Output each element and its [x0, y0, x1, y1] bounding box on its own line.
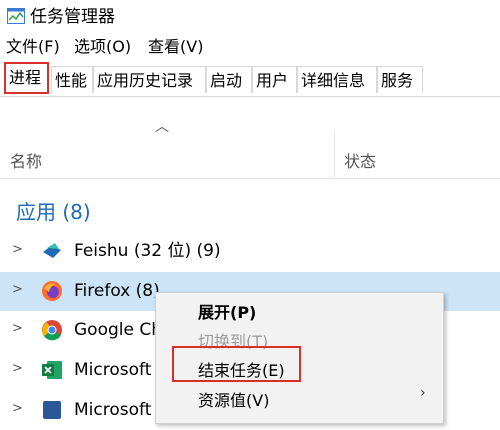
- firefox-icon: [42, 281, 62, 301]
- chevron-right-icon[interactable]: >: [12, 401, 23, 416]
- menu-file[interactable]: 文件(F): [6, 36, 60, 58]
- menu-item-expand[interactable]: 展开(P): [198, 299, 256, 323]
- app-icon: [43, 401, 61, 419]
- title-bar: 任务管理器: [0, 0, 500, 34]
- row-label: Microsoft: [74, 400, 152, 420]
- task-manager-icon: [7, 8, 25, 24]
- column-divider[interactable]: [334, 132, 335, 178]
- sort-up-icon[interactable]: ︿: [155, 116, 169, 136]
- list-item[interactable]: > Feishu (32 位) (9): [0, 232, 500, 271]
- tab-startup[interactable]: 启动: [206, 66, 252, 93]
- chevron-right-icon[interactable]: >: [12, 282, 23, 297]
- feishu-icon: [43, 243, 61, 258]
- tab-services[interactable]: 服务: [377, 66, 423, 93]
- chevron-right-icon[interactable]: >: [12, 321, 23, 336]
- tab-processes[interactable]: 进程: [4, 62, 49, 94]
- excel-icon: [42, 361, 62, 379]
- tab-app-history[interactable]: 应用历史记录: [93, 66, 206, 93]
- end-task-highlight: [172, 346, 301, 382]
- chevron-right-icon[interactable]: >: [12, 361, 23, 376]
- menu-item-resource-values[interactable]: 资源值(V): [198, 387, 269, 411]
- row-label: Google Ch: [74, 320, 162, 340]
- chrome-icon: [42, 320, 62, 341]
- column-name[interactable]: 名称: [10, 148, 42, 172]
- row-label: Firefox (8): [74, 281, 160, 301]
- column-status[interactable]: 状态: [344, 148, 376, 172]
- tab-performance[interactable]: 性能: [51, 66, 93, 93]
- tab-bar: 性能 应用历史记录 启动 用户 详细信息 服务: [0, 62, 500, 97]
- submenu-arrow-icon: ›: [420, 385, 426, 401]
- tab-details[interactable]: 详细信息: [297, 66, 377, 93]
- menu-options[interactable]: 选项(O): [74, 36, 131, 58]
- column-header: [0, 96, 500, 179]
- menu-bar: 文件(F) 选项(O) 查看(V): [0, 34, 500, 62]
- menu-view[interactable]: 查看(V): [148, 36, 203, 58]
- window-title: 任务管理器: [30, 7, 115, 27]
- chevron-right-icon[interactable]: >: [12, 242, 23, 257]
- row-label: Feishu (32 位) (9): [74, 241, 221, 261]
- row-label: Microsoft: [74, 360, 152, 380]
- group-header-apps: 应用 (8): [16, 200, 91, 224]
- tab-users[interactable]: 用户: [252, 66, 297, 93]
